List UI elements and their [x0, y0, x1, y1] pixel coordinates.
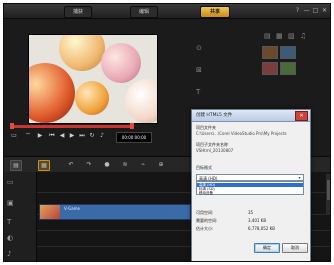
- media-thumbnail[interactable]: [262, 46, 278, 59]
- media-thumbnail[interactable]: [280, 46, 296, 59]
- clip-label: V-Game: [64, 206, 80, 211]
- preview-image-ball: [101, 43, 141, 83]
- media-thumbnail[interactable]: [262, 62, 278, 75]
- scrub-bar[interactable]: [10, 123, 134, 129]
- help-icon[interactable]: ?: [294, 7, 301, 14]
- preview-window: [28, 34, 158, 124]
- timecode-display[interactable]: 00:00:00:00: [116, 132, 152, 143]
- stat-value: 3,401 KB: [248, 218, 267, 223]
- trim-start-marker[interactable]: [10, 123, 14, 129]
- minimize-icon[interactable]: —: [303, 7, 310, 14]
- tab-edit[interactable]: 编辑: [130, 6, 158, 18]
- overlay-track-icon[interactable]: ▣: [7, 199, 14, 207]
- media-thumbnail[interactable]: [280, 62, 296, 75]
- wifi-icon[interactable]: ⌔: [24, 132, 32, 140]
- stat-label: 可用空间:: [196, 210, 214, 215]
- preview-image-ball: [125, 79, 157, 123]
- repeat-icon[interactable]: ↻: [88, 132, 96, 140]
- music-track-icon[interactable]: ♪: [7, 250, 11, 258]
- stat-row: 可用空间: 35: [196, 210, 304, 216]
- record-icon[interactable]: ●: [102, 160, 112, 169]
- skip-end-icon[interactable]: ⏭: [78, 132, 86, 140]
- tab-capture[interactable]: 捕获: [64, 6, 92, 18]
- track-header: ◐: [4, 230, 37, 246]
- stat-label: 需要的空间:: [196, 218, 218, 223]
- app-window: 捕获 编辑 共享 ? — □ ✕ ▭ ⌔ ▶ ⏮ ◀ ▶ ⏭ ↻ ♪ 00:00…: [3, 3, 331, 262]
- grid-icon[interactable]: ▦: [276, 32, 283, 40]
- folder-icon[interactable]: ▤: [264, 32, 271, 40]
- dialog-title-bar: 创建 HTML5 文件 ✕: [192, 110, 310, 122]
- format-dropdown-list: 高清 (HD) 标清 (SD) 移动设备: [196, 181, 304, 195]
- photo-icon[interactable]: ▨: [288, 32, 295, 40]
- timeline-view-icon[interactable]: ▦: [38, 160, 50, 171]
- tab-share[interactable]: 共享: [200, 6, 230, 18]
- preview-image-ball: [75, 81, 109, 115]
- video-track-icon[interactable]: ▭: [7, 178, 14, 186]
- timeline-scrollbar[interactable]: [326, 174, 330, 214]
- project-folder-path[interactable]: C:\Users\...\Corel VideoStudio Pro\My Pr…: [196, 131, 287, 136]
- stat-value: 35: [248, 210, 254, 215]
- prev-frame-icon[interactable]: ◀: [58, 132, 66, 140]
- track-header: ▣: [4, 192, 37, 214]
- stat-row: 估计大小: 6,778,052 KB: [196, 226, 304, 232]
- play-icon[interactable]: ▶: [36, 132, 44, 140]
- storyboard-view-icon[interactable]: ▤: [10, 160, 22, 171]
- clip-thumbnail: [40, 205, 60, 219]
- scrub-progress: [10, 125, 134, 128]
- voice-track-icon[interactable]: ◐: [7, 234, 13, 242]
- dialog-title: 创建 HTML5 文件: [196, 113, 233, 118]
- track-header: T: [4, 214, 37, 230]
- library-panel: ▤ ▦ ▨ ♫: [260, 32, 326, 112]
- mixer-icon[interactable]: ≋: [120, 160, 130, 169]
- project-mode-icon[interactable]: ▭: [10, 132, 18, 140]
- title-track-icon[interactable]: T: [7, 218, 11, 226]
- preview-image-ball: [59, 35, 105, 71]
- next-frame-icon[interactable]: ▶: [68, 132, 76, 140]
- music-icon[interactable]: ♫: [300, 32, 306, 40]
- format-option[interactable]: 移动设备: [197, 191, 303, 195]
- instant-project-icon[interactable]: ⊙: [196, 44, 202, 52]
- zoom-icon[interactable]: ⊕: [156, 160, 166, 169]
- format-label: 目标格式: [196, 165, 212, 170]
- redo-icon[interactable]: ↷: [84, 160, 94, 169]
- top-bar: 捕获 编辑 共享 ? — □ ✕: [4, 4, 330, 19]
- undo-icon[interactable]: ↶: [66, 160, 76, 169]
- track-header: ♪: [4, 246, 37, 261]
- chevron-down-icon[interactable]: ▾: [296, 175, 303, 180]
- stat-row: 需要的空间: 3,401 KB: [196, 218, 304, 224]
- stat-label: 估计大小:: [196, 226, 214, 231]
- trim-end-marker[interactable]: [130, 123, 134, 129]
- scrollbar-thumb[interactable]: [327, 180, 330, 200]
- transition-icon[interactable]: ⊠: [196, 66, 202, 74]
- stat-value: 6,778,052 KB: [248, 226, 275, 231]
- subfolder-field[interactable]: VSHtml_20130807: [196, 148, 233, 153]
- format-select[interactable]: 高清 (HD) ▾: [196, 174, 304, 181]
- title-icon[interactable]: T: [196, 88, 200, 96]
- video-clip[interactable]: V-Game: [39, 204, 191, 220]
- cancel-button[interactable]: 取消: [282, 243, 308, 253]
- html5-dialog: 创建 HTML5 文件 ✕ 项目文件夹 C:\Users\...\Corel V…: [191, 109, 311, 261]
- close-icon[interactable]: ✕: [321, 7, 328, 14]
- dialog-close-button[interactable]: ✕: [295, 111, 308, 121]
- volume-icon[interactable]: ♪: [98, 132, 106, 140]
- motion-icon[interactable]: ⌁: [138, 160, 148, 169]
- maximize-icon[interactable]: □: [312, 7, 319, 14]
- skip-start-icon[interactable]: ⏮: [48, 132, 56, 140]
- track-header: ▭: [4, 172, 37, 192]
- preview-image-ball: [29, 63, 75, 123]
- ok-button[interactable]: 确定: [254, 243, 280, 253]
